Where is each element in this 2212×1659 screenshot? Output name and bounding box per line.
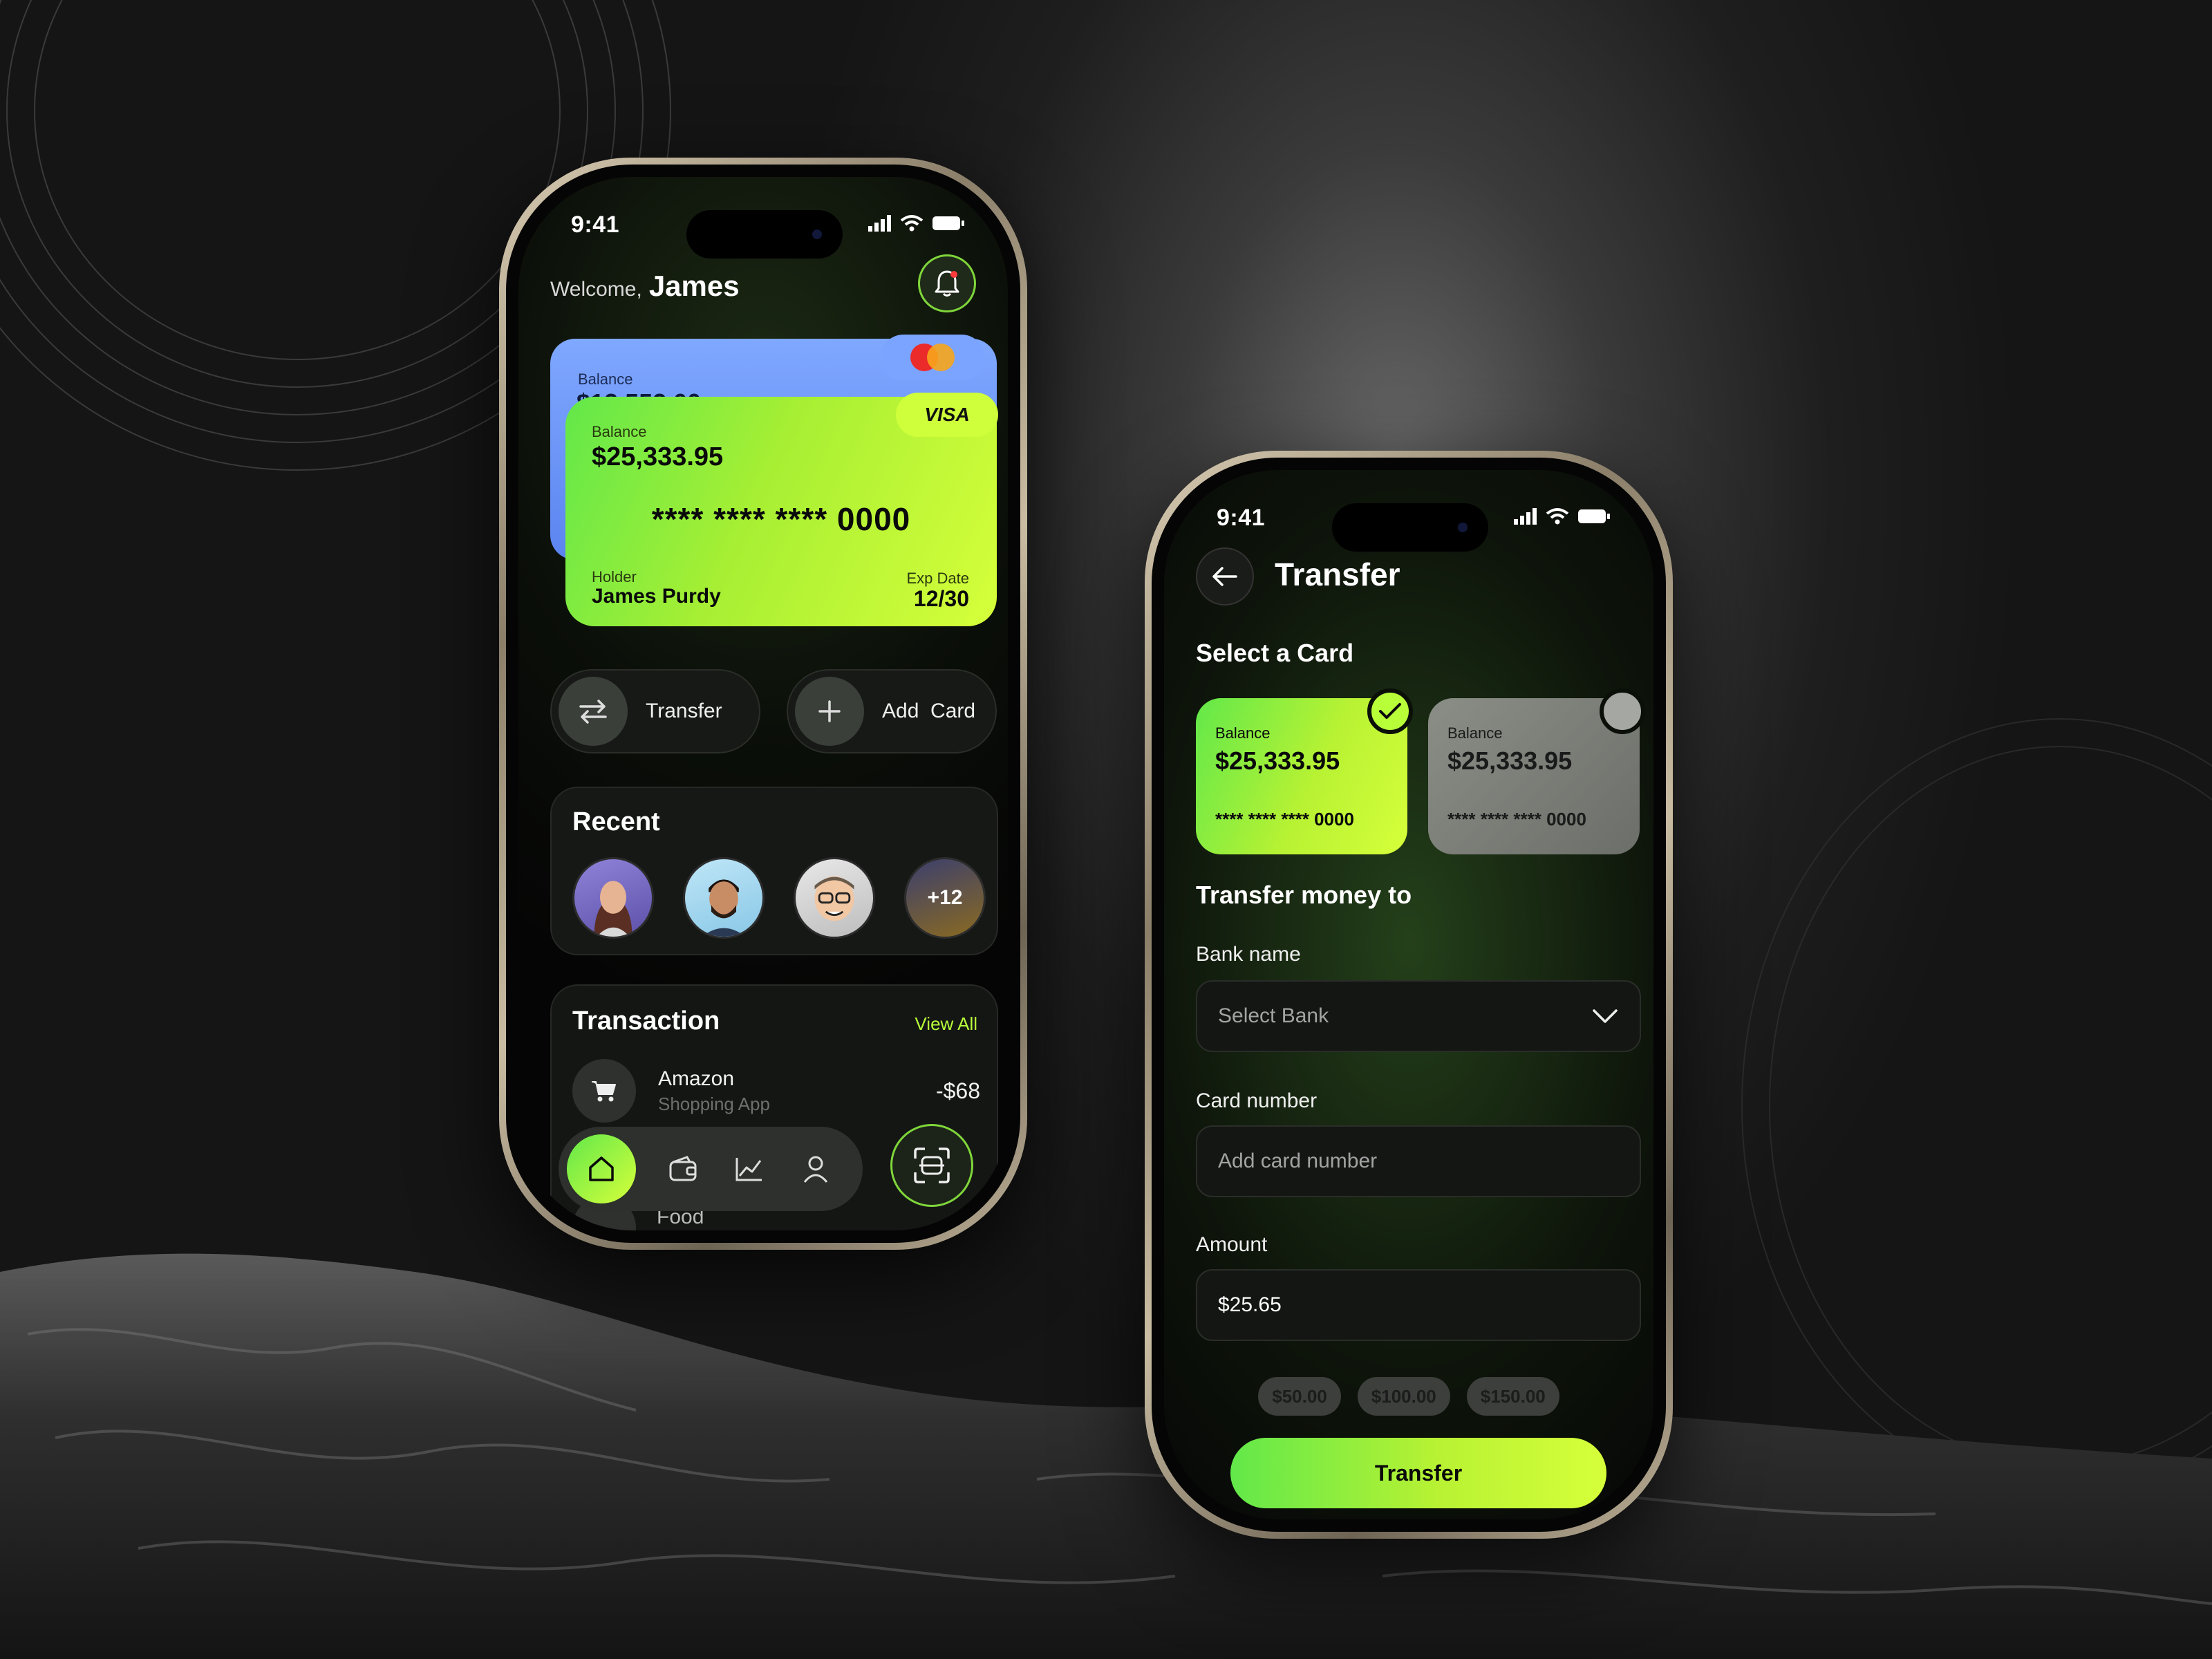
amount-label: Amount — [1196, 1233, 1268, 1256]
card-number-label: Card number — [1196, 1089, 1318, 1112]
card-option-selected[interactable]: Balance $25,333.95 **** **** **** 0000 — [1196, 688, 1413, 854]
card-number: **** **** **** 0000 — [651, 501, 911, 537]
transaction-amount: -$68 — [935, 1078, 980, 1103]
quick-amount-chip[interactable]: $150.00 — [1466, 1377, 1559, 1416]
status-time: 9:41 — [1217, 505, 1266, 531]
page-title: Transfer — [1275, 556, 1400, 592]
status-icons — [1514, 507, 1611, 525]
avatar[interactable] — [683, 857, 765, 939]
view-all-link[interactable]: View All — [915, 1013, 977, 1035]
checkmark-icon — [1367, 688, 1413, 734]
user-name: James — [648, 270, 740, 302]
card-balance: $25,333.95 — [1447, 747, 1573, 775]
transfer-screen: 9:41 Transfer Select a Card Balance $25,… — [1164, 470, 1653, 1519]
avatar-more[interactable]: +12 — [904, 857, 986, 939]
nav-profile[interactable] — [796, 1150, 835, 1188]
card-number-input[interactable]: Add card number — [1196, 1125, 1641, 1197]
visa-logo: VISA — [896, 393, 998, 437]
woman-avatar-icon — [594, 881, 632, 937]
card-option[interactable]: Balance $25,333.95 **** **** **** 0000 — [1428, 688, 1645, 854]
wallet-icon — [669, 1156, 697, 1181]
recent-title: Recent — [572, 807, 660, 836]
swap-arrows-icon — [559, 677, 628, 746]
more-contacts-count: +12 — [927, 886, 963, 909]
transfer-submit-button[interactable]: Transfer — [1230, 1438, 1606, 1508]
card-holder-label: Holder — [592, 568, 637, 585]
mastercard-icon — [910, 344, 955, 371]
welcome-header: Welcome, James — [550, 270, 740, 303]
avatar[interactable] — [572, 857, 654, 939]
nav-chart[interactable] — [730, 1150, 769, 1188]
quick-amounts: $50.00 $100.00 $150.00 — [1164, 1377, 1653, 1416]
home-screen: 9:41 Welcome, James Balance $12,552.00 — [518, 177, 1008, 1230]
visa-card[interactable]: VISA Balance $25,333.95 **** **** **** 0… — [565, 393, 998, 626]
add-card-button[interactable]: Add Card — [787, 669, 997, 753]
recent-avatars: +12 — [572, 857, 986, 939]
card-balance: $25,333.95 — [1215, 747, 1340, 775]
card-number: **** **** **** 0000 — [1447, 809, 1586, 830]
home-phone: 9:41 Welcome, James Balance $12,552.00 — [499, 158, 1027, 1250]
quick-amount-chip[interactable]: $100.00 — [1357, 1377, 1450, 1416]
transaction-title: Transaction — [572, 1006, 720, 1035]
card-number: **** **** **** 0000 — [1215, 809, 1354, 830]
transfer-action-label: Transfer — [646, 700, 722, 722]
memoji-avatar-icon — [814, 876, 854, 921]
rock-terrain — [0, 1253, 2212, 1659]
status-icons — [868, 214, 965, 232]
card-number-placeholder: Add card number — [1218, 1150, 1378, 1172]
bank-name-label: Bank name — [1196, 943, 1301, 966]
transfer-to-title: Transfer money to — [1196, 881, 1412, 909]
scan-icon — [914, 1147, 950, 1183]
card-balance-label: Balance — [1215, 724, 1271, 742]
profile-icon — [803, 1156, 828, 1183]
back-card-balance-label: Balance — [578, 371, 633, 388]
add-card-label: Add Card — [882, 700, 976, 722]
home-icon — [589, 1156, 614, 1181]
plus-icon — [795, 677, 864, 746]
back-button[interactable] — [1196, 547, 1254, 606]
notification-button[interactable] — [918, 254, 976, 312]
bell-icon — [935, 270, 959, 297]
signal-icon — [1514, 508, 1537, 525]
bank-select-value: Select Bank — [1218, 1004, 1329, 1027]
man-avatar-icon — [702, 879, 746, 937]
mastercard-logo — [881, 335, 984, 380]
nav-home[interactable] — [567, 1134, 636, 1203]
radio-empty-icon — [1600, 688, 1645, 734]
card-exp: 12/30 — [913, 586, 969, 611]
wifi-icon — [900, 215, 924, 232]
nav-wallet[interactable] — [664, 1150, 702, 1188]
bottom-nav — [559, 1127, 863, 1211]
battery-icon — [932, 216, 964, 230]
card-exp-label: Exp Date — [906, 570, 970, 587]
card-holder: James Purdy — [592, 585, 721, 608]
battery-icon — [1578, 509, 1610, 523]
avatar[interactable] — [794, 857, 875, 939]
transaction-row[interactable]: Amazon Shopping App -$68 — [572, 1056, 980, 1125]
quick-amount-chip[interactable]: $50.00 — [1258, 1377, 1341, 1416]
select-card-title: Select a Card — [1196, 639, 1354, 667]
bank-select[interactable]: Select Bank — [1196, 980, 1641, 1052]
card-balance-label: Balance — [592, 423, 647, 440]
transaction-name: Amazon — [658, 1067, 735, 1090]
recent-panel: Recent +12 — [550, 787, 998, 955]
amount-value: $25.65 — [1218, 1293, 1282, 1316]
arrow-left-icon — [1212, 567, 1237, 586]
dynamic-island — [686, 210, 843, 259]
chart-icon — [735, 1158, 762, 1181]
wifi-icon — [1546, 508, 1569, 525]
card-balance-label: Balance — [1447, 724, 1503, 742]
status-time: 9:41 — [571, 212, 620, 238]
transaction-subtitle: Shopping App — [658, 1093, 770, 1114]
card-balance: $25,333.95 — [592, 442, 724, 471]
welcome-label: Welcome, — [550, 278, 642, 301]
dynamic-island — [1332, 503, 1488, 552]
signal-icon — [868, 215, 891, 232]
cart-icon — [572, 1059, 636, 1123]
chevron-down-icon — [1593, 1009, 1618, 1023]
scan-button[interactable] — [890, 1124, 973, 1207]
amount-input[interactable]: $25.65 — [1196, 1269, 1641, 1341]
transfer-action-button[interactable]: Transfer — [550, 669, 760, 753]
transfer-phone: 9:41 Transfer Select a Card Balance $25,… — [1145, 451, 1673, 1539]
